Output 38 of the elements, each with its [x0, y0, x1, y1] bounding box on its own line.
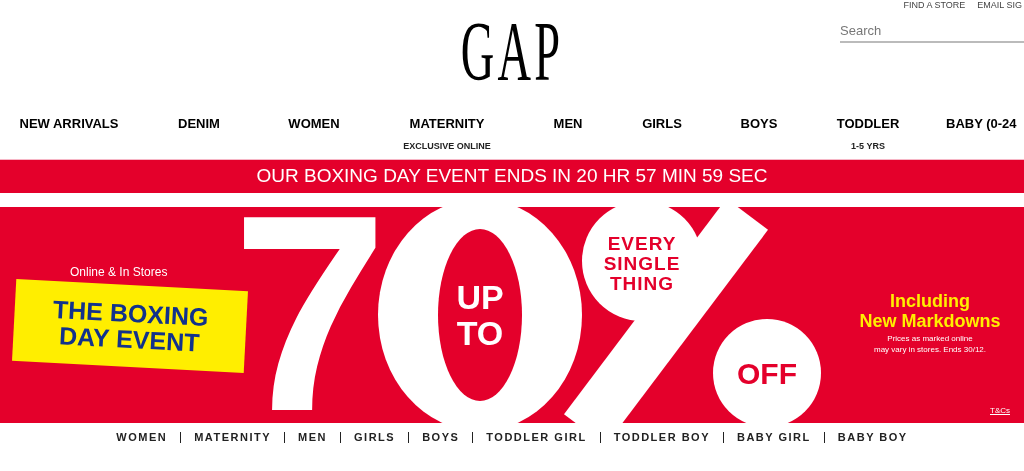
nav-link[interactable]: MATERNITY	[409, 114, 485, 134]
nav-link[interactable]: NEW ARRIVALS	[19, 114, 119, 134]
note-text: Prices as marked online	[887, 333, 973, 344]
logo[interactable]: GAP	[460, 10, 564, 95]
category-link[interactable]: GIRLS	[354, 429, 396, 446]
category-link[interactable]: BOYS	[422, 429, 460, 446]
search-field[interactable]: Search	[840, 20, 1024, 43]
top-link[interactable]: FIND A STORE	[903, 0, 966, 10]
category-link[interactable]: TODDLER GIRL	[486, 429, 587, 446]
hero-text: TO	[456, 315, 504, 351]
hero-text: THING	[609, 274, 675, 294]
category-link[interactable]: MEN	[298, 429, 327, 446]
top-link[interactable]: EMAIL SIG	[977, 0, 1022, 10]
kicker-text: Online & In Stores	[70, 264, 168, 281]
nav-link[interactable]: TODDLER	[836, 114, 900, 134]
nav-link[interactable]: BABY (0-24	[946, 114, 1017, 134]
hero-text: UP	[456, 279, 504, 315]
hero-text: OFF	[737, 355, 797, 392]
countdown-banner: OUR BOXING DAY EVENT ENDS IN 20 HR 57 MIN 59 SEC	[0, 160, 1024, 193]
highlight-text: New Markdowns	[859, 311, 1001, 331]
hero-text: SINGLE	[603, 254, 681, 274]
terms-link[interactable]: T&Cs	[990, 405, 1010, 417]
hero-text: EVERY	[607, 234, 677, 254]
note-text: may vary in stores. Ends 30/12.	[873, 344, 987, 355]
nav-link[interactable]: BOYS	[740, 114, 778, 134]
highlight-text: Including	[890, 291, 970, 311]
category-link[interactable]: MATERNITY	[194, 429, 272, 446]
event-label: THE BOXING DAY EVENT	[12, 279, 248, 373]
category-link[interactable]: TODDLER BOY	[613, 429, 710, 446]
nav-link[interactable]: MEN	[553, 114, 583, 134]
nav-link[interactable]: GIRLS	[642, 114, 682, 134]
category-link[interactable]: WOMEN	[116, 429, 168, 446]
category-link[interactable]: BABY BOY	[837, 429, 908, 446]
category-link[interactable]: BABY GIRL	[737, 429, 811, 446]
nav-link[interactable]: WOMEN	[288, 114, 340, 134]
nav-subtitle: 1-5 YRS	[851, 139, 885, 153]
nav-subtitle: EXCLUSIVE ONLINE	[403, 139, 491, 153]
nav-link[interactable]: DENIM	[178, 114, 220, 134]
